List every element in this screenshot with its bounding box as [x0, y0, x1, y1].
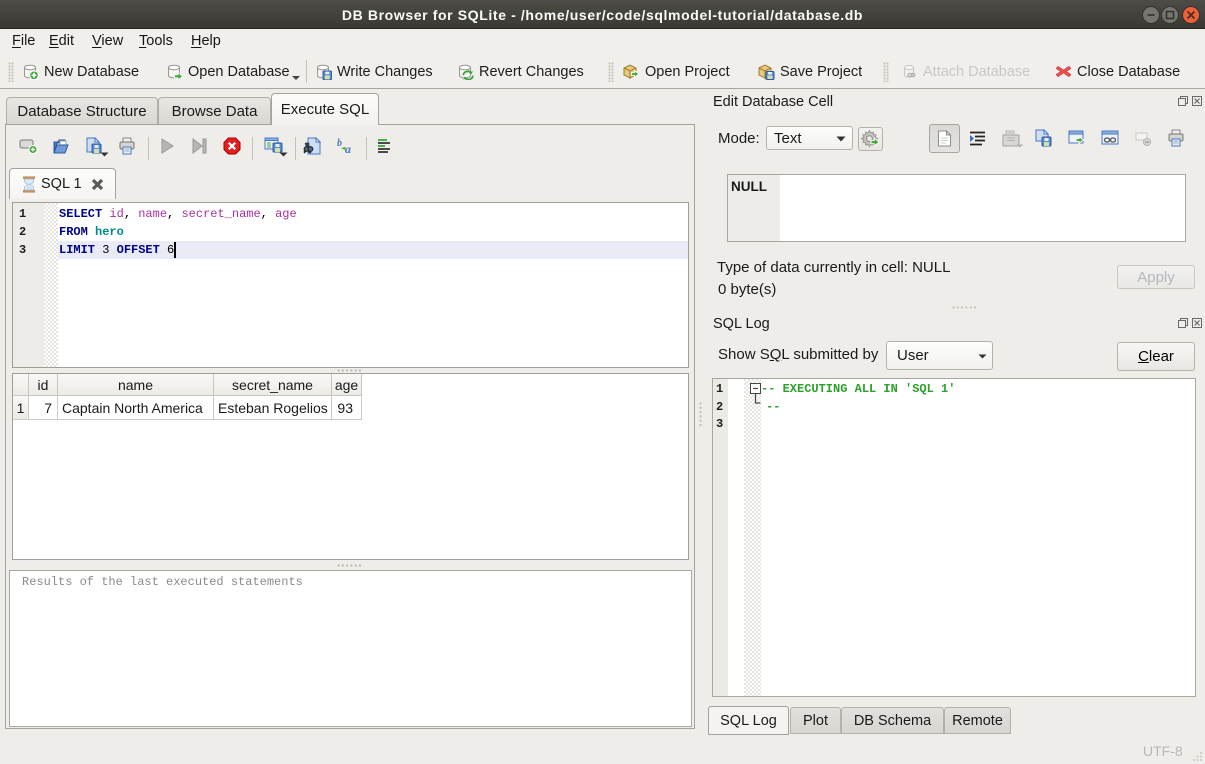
svg-text:a: a: [345, 142, 351, 155]
svg-text:b: b: [337, 138, 342, 149]
